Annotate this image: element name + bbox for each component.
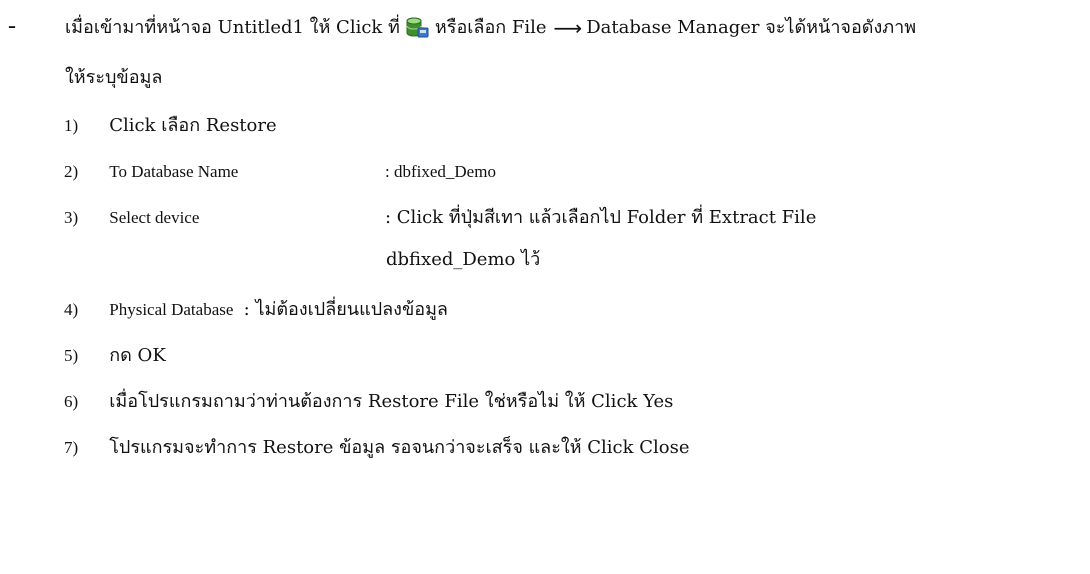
list-item-value: : dbfixed_Demo (385, 162, 496, 181)
list-item-2: 2) To Database Name : dbfixed_Demo (64, 160, 496, 184)
list-item-1: 1) Click เลือก Restore (64, 114, 277, 138)
list-item-label: Select device (109, 208, 200, 227)
list-item-number: 3) (64, 208, 79, 227)
list-item-label: Physical Database (109, 300, 234, 319)
list-item-number: 4) (64, 300, 79, 319)
document-page: - เมื่อเข้ามาที่หน้าจอ Untitled1 ให้ Cli… (0, 0, 1090, 574)
database-icon (405, 16, 429, 40)
list-item-7: 7) โปรแกรมจะทำการ Restore ข้อมูล รอจนกว่… (64, 436, 690, 460)
list-item-3-continuation: dbfixed_Demo ไว้ (386, 249, 541, 270)
list-item-number: 6) (64, 392, 79, 411)
list-item-label: โปรแกรมจะทำการ Restore ข้อมูล รอจนกว่าจะ… (109, 437, 690, 458)
list-item-value: : Click ที่ปุ่มสีเทา แล้วเลือกไป Folder … (385, 207, 817, 228)
intro-text-part3: Database Manager จะได้หน้าจอดังภาพ (586, 17, 917, 38)
list-item-3: 3) Select device : Click ที่ปุ่มสีเทา แล… (64, 206, 816, 230)
intro-line: เมื่อเข้ามาที่หน้าจอ Untitled1 ให้ Click… (65, 14, 916, 42)
list-item-6: 6) เมื่อโปรแกรมถามว่าท่านต้องการ Restore… (64, 390, 673, 414)
intro-text-part2: หรือเลือก File (434, 17, 547, 38)
intro-line-2: ให้ระบุข้อมูล (65, 67, 163, 88)
list-item-label: กด OK (109, 345, 166, 366)
bullet-dash: - (8, 13, 16, 39)
list-item-label: Click เลือก Restore (109, 115, 277, 136)
list-item-number: 2) (64, 162, 79, 181)
arrow-icon: ⟶ (553, 16, 583, 40)
intro-text-part1: เมื่อเข้ามาที่หน้าจอ Untitled1 ให้ Click… (65, 17, 400, 38)
list-item-4: 4) Physical Database : ไม่ต้องเปลี่ยนแปล… (64, 298, 448, 322)
list-item-label: To Database Name (109, 162, 239, 181)
list-item-value: : ไม่ต้องเปลี่ยนแปลงข้อมูล (243, 299, 448, 320)
list-item-label: เมื่อโปรแกรมถามว่าท่านต้องการ Restore Fi… (109, 391, 674, 412)
list-item-5: 5) กด OK (64, 344, 166, 368)
list-item-number: 1) (64, 116, 79, 135)
list-item-number: 7) (64, 438, 79, 457)
list-item-number: 5) (64, 346, 79, 365)
